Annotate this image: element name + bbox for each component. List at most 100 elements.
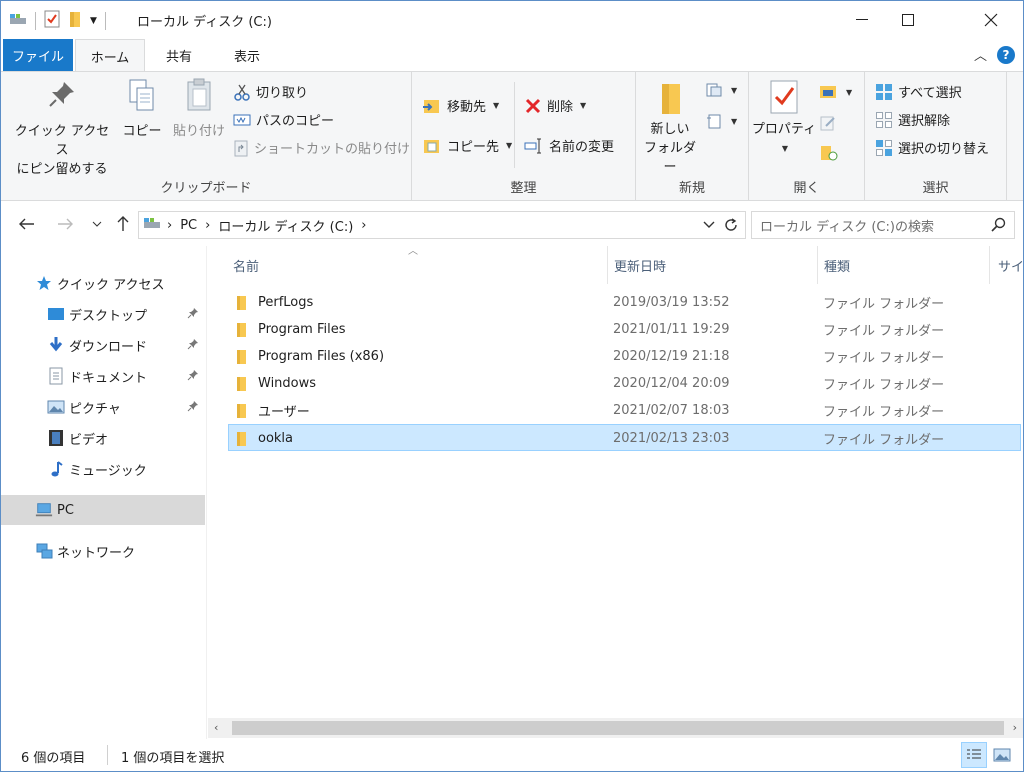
network-icon — [35, 542, 53, 560]
rename-button[interactable]: 名前の変更 — [524, 136, 614, 155]
scroll-left-icon[interactable]: ‹ — [214, 721, 218, 734]
table-row[interactable]: ユーザー 2021/02/07 18:03 ファイル フォルダー — [228, 397, 1021, 424]
easy-access-button[interactable]: ▼ — [706, 112, 737, 130]
column-header-type[interactable]: 種類 — [818, 246, 990, 284]
nav-pc[interactable]: PC — [1, 495, 205, 525]
column-header-size[interactable]: サイ — [990, 246, 1023, 284]
open-button[interactable]: ▼ — [819, 84, 852, 100]
quick-access-toolbar: ▼ — [9, 10, 106, 32]
folder-icon — [234, 370, 248, 397]
nav-desktop[interactable]: デスクトップ — [1, 299, 205, 329]
pin-icon[interactable] — [187, 369, 199, 385]
breadcrumb-pc[interactable]: PC — [180, 218, 197, 233]
scrollbar-thumb[interactable] — [232, 721, 1004, 735]
breadcrumb-separator-icon[interactable]: › — [167, 218, 172, 233]
organize-group-label: 整理 — [510, 181, 537, 196]
pin-icon — [49, 82, 74, 107]
nav-music[interactable]: ミュージック — [1, 454, 205, 484]
close-button[interactable] — [967, 1, 1015, 39]
cut-button[interactable]: 切り取り — [233, 82, 308, 101]
address-drive-icon — [143, 216, 161, 234]
table-row-selected[interactable]: ookla 2021/02/13 23:03 ファイル フォルダー — [228, 424, 1021, 451]
easy-access-icon — [707, 114, 721, 129]
rename-label: 名前の変更 — [549, 140, 615, 155]
tab-home[interactable]: ホーム — [75, 39, 145, 72]
large-icons-view-button[interactable] — [989, 742, 1015, 768]
pin-label-line1: クイック アクセス — [14, 124, 110, 158]
paste-shortcut-button[interactable]: ショートカットの貼り付け — [233, 138, 410, 157]
properties-button[interactable]: プロパティ ▼ — [751, 78, 817, 158]
nav-network[interactable]: ネットワーク — [1, 536, 205, 566]
recent-locations-button[interactable] — [87, 214, 107, 234]
address-bar[interactable]: › PC › ローカル ディスク (C:) › — [138, 211, 746, 239]
back-arrow-icon — [19, 218, 34, 230]
tab-file[interactable]: ファイル — [3, 39, 73, 71]
video-icon — [47, 429, 65, 447]
table-row[interactable]: Program Files (x86) 2020/12/19 21:18 ファイ… — [228, 343, 1021, 370]
refresh-icon[interactable] — [723, 217, 739, 237]
edit-button[interactable] — [819, 114, 837, 132]
pin-icon[interactable] — [187, 400, 199, 416]
forward-button[interactable] — [55, 214, 75, 234]
nav-quick-access[interactable]: クイック アクセス — [1, 268, 205, 298]
column-header-date[interactable]: 更新日時 — [608, 246, 818, 284]
nav-documents[interactable]: ドキュメント — [1, 361, 205, 391]
select-group: すべて選択 選択解除 選択の切り替え 選択 — [865, 72, 1007, 200]
details-view-button[interactable] — [961, 742, 987, 768]
breadcrumb-separator-icon[interactable]: › — [361, 218, 366, 233]
copy-path-button[interactable]: パスのコピー — [233, 110, 334, 129]
scroll-right-icon[interactable]: › — [1013, 721, 1017, 734]
pin-icon[interactable] — [187, 307, 199, 323]
copy-icon — [129, 79, 154, 111]
back-button[interactable] — [17, 214, 37, 234]
table-row[interactable]: PerfLogs 2019/03/19 13:52 ファイル フォルダー — [228, 289, 1021, 316]
properties-icon — [770, 80, 798, 114]
file-list: ︿ 名前 更新日時 種類 サイ PerfLogs 2019/03/19 13:5… — [208, 246, 1023, 718]
properties-qat-icon[interactable] — [44, 10, 60, 32]
horizontal-scrollbar[interactable]: ‹ › — [208, 718, 1023, 738]
history-button[interactable] — [819, 144, 839, 162]
easy-access-caret-icon: ▼ — [731, 116, 738, 126]
address-dropdown-icon[interactable] — [703, 218, 715, 233]
maximize-button[interactable] — [885, 1, 931, 39]
select-all-button[interactable]: すべて選択 — [875, 82, 962, 101]
search-icon[interactable] — [990, 217, 1006, 237]
file-date: 2021/01/11 19:29 — [613, 322, 730, 337]
select-none-button[interactable]: 選択解除 — [875, 110, 950, 129]
copy-to-caret-icon: ▼ — [506, 141, 513, 150]
copy-to-button[interactable]: コピー先 ▼ — [422, 136, 512, 155]
details-view-icon — [967, 749, 981, 759]
column-header-name[interactable]: 名前 — [228, 246, 608, 284]
music-note-icon — [47, 460, 65, 478]
copy-to-label: コピー先 — [447, 140, 500, 155]
table-row[interactable]: Windows 2020/12/04 20:09 ファイル フォルダー — [228, 370, 1021, 397]
up-button[interactable] — [113, 214, 133, 234]
copy-button[interactable]: コピー — [119, 78, 165, 141]
pin-quick-access-button[interactable]: クイック アクセス にピン留めする — [11, 78, 113, 179]
nav-videos[interactable]: ビデオ — [1, 423, 205, 453]
new-folder-button[interactable]: 新しい フォルダー — [638, 78, 702, 177]
tab-share[interactable]: 共有 — [147, 39, 211, 71]
qat-dropdown-icon[interactable]: ▼ — [90, 16, 97, 26]
nav-pictures[interactable]: ピクチャ — [1, 392, 205, 422]
pin-icon[interactable] — [187, 338, 199, 354]
tab-view[interactable]: 表示 — [213, 39, 281, 71]
select-none-icon — [876, 111, 892, 128]
breadcrumb-local-disk[interactable]: ローカル ディスク (C:) — [218, 216, 353, 235]
collapse-ribbon-icon[interactable]: ︿ — [974, 45, 987, 64]
cut-label: 切り取り — [256, 86, 309, 101]
nav-downloads[interactable]: ダウンロード — [1, 330, 205, 360]
new-folder-qat-icon[interactable] — [68, 10, 82, 32]
delete-button[interactable]: 削除 ▼ — [524, 96, 586, 115]
move-to-button[interactable]: 移動先 ▼ — [422, 96, 499, 115]
invert-selection-button[interactable]: 選択の切り替え — [875, 138, 989, 157]
search-box[interactable]: ローカル ディスク (C:)の検索 — [751, 211, 1015, 239]
table-row[interactable]: Program Files 2021/01/11 19:29 ファイル フォルダ… — [228, 316, 1021, 343]
delete-label: 削除 — [547, 100, 574, 115]
open-group-label: 開く — [793, 181, 820, 196]
paste-button[interactable]: 貼り付け — [169, 78, 229, 141]
help-icon[interactable]: ? — [997, 45, 1015, 64]
breadcrumb-separator-icon[interactable]: › — [205, 218, 210, 233]
minimize-button[interactable] — [839, 1, 885, 39]
new-item-button[interactable]: ▼ — [706, 82, 737, 98]
